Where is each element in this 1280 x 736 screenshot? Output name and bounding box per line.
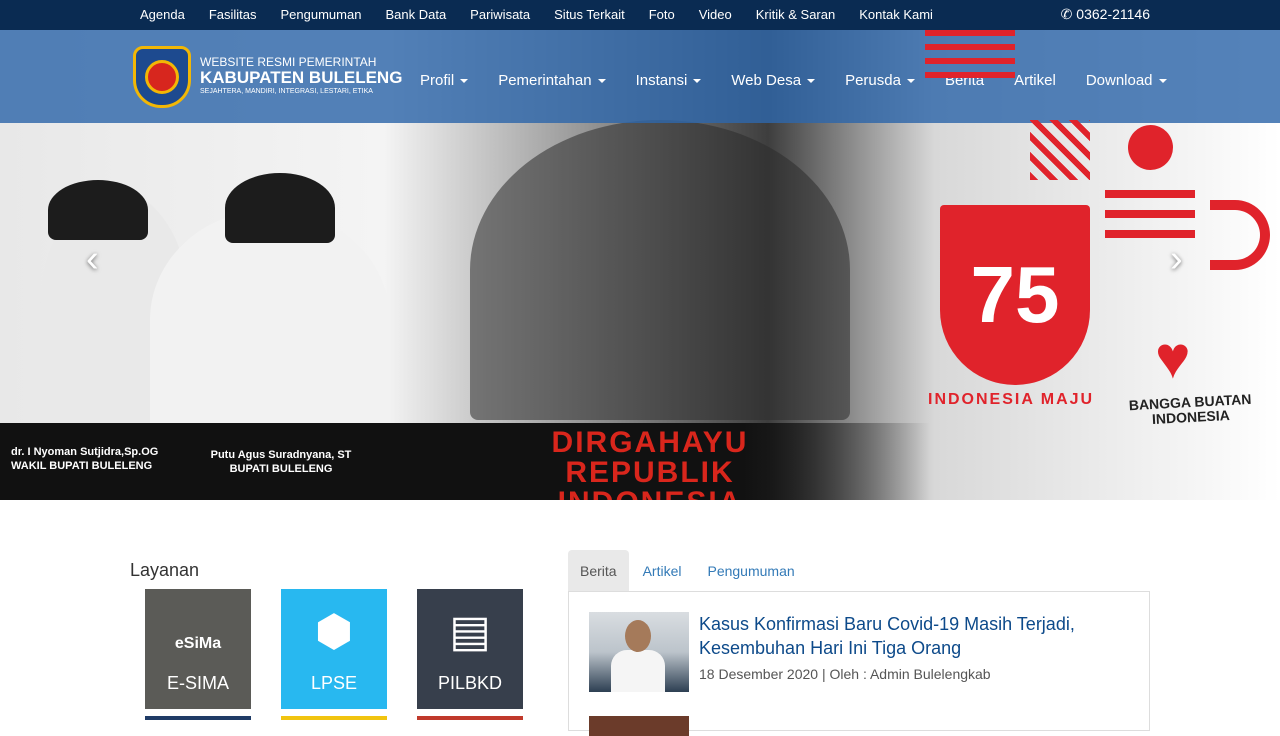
banner-left-caption: dr. I Nyoman Sutjidra,Sp.OG WAKIL BUPATI… [11,445,158,473]
nav-item-artikel[interactable]: Artikel [1014,72,1056,89]
thumbnail-person-body [611,650,665,692]
heart-icon: ♥ [1155,324,1191,391]
caret-down-icon [693,78,702,83]
nav-item-web-desa[interactable]: Web Desa [731,72,816,89]
buleleng-logo-icon[interactable] [133,46,191,108]
nav-label: Instansi [635,72,688,89]
thumbnail-person-face [625,620,651,652]
crowd-figures [470,120,850,420]
top-link-bank-data[interactable]: Bank Data [385,7,446,22]
decor-stripes-3 [1105,230,1195,238]
top-link-foto[interactable]: Foto [649,7,675,22]
decor-stripes-2 [1105,210,1195,218]
caret-down-icon [807,78,816,83]
hut-number: 75 [970,250,1060,339]
tile-pilbkd[interactable]: ▤ PILBKD [417,589,523,709]
top-bar: Agenda Fasilitas Pengumuman Bank Data Pa… [0,0,1280,30]
decor-diagonal [1030,120,1090,180]
nav-label: Web Desa [731,72,802,89]
tile-label: E-SIMA [166,673,229,693]
top-links: Agenda Fasilitas Pengumuman Bank Data Pa… [140,7,957,22]
hut-ri-75-logo: 75 [940,205,1090,385]
hexagon-icon: ⬢ [314,607,354,656]
decor-circle [1128,125,1173,170]
layanan-title: Layanan [130,560,200,580]
caret-down-icon [597,78,606,83]
phone-number: ✆ 0362-21146 [1061,6,1150,23]
person-left-hat [48,180,148,240]
tile-label: PILBKD [437,673,503,693]
chevron-left-icon[interactable]: ‹ [86,238,99,281]
banner-headline: DIRGAHAYU REPUBLIK INDONESIA [470,426,830,501]
news-meta: 18 Desember 2020 | Oleh : Admin Buleleng… [699,666,991,682]
news-title-link[interactable]: Kasus Konfirmasi Baru Covid-19 Masih Ter… [699,612,1119,660]
tab-artikel[interactable]: Artikel [631,550,694,591]
right-official-role: BUPATI BULELENG [229,463,333,475]
phone-icon: ✆ [1060,6,1073,22]
tile-label: LPSE [310,673,358,693]
tile-row-2-c [417,716,523,720]
caret-down-icon [1158,78,1167,83]
nav-item-pemerintahan[interactable]: Pemerintahan [498,72,606,89]
person-right-hat [225,173,335,243]
tile-lpse[interactable]: ⬢ LPSE [281,589,387,709]
left-official-role: WAKIL BUPATI BULELENG [11,460,153,472]
decor-stripes-1 [1105,190,1195,198]
decor-top-bars [925,30,1015,80]
top-link-fasilitas[interactable]: Fasilitas [209,7,257,22]
top-link-situs-terkait[interactable]: Situs Terkait [554,7,625,22]
nav-label: Artikel [1014,72,1056,89]
caret-down-icon [906,78,915,83]
nav-label: Download [1085,72,1153,89]
headline-line-2: REPUBLIK INDONESIA [558,456,741,501]
nav-label: Pemerintahan [498,72,592,89]
hut-caption: INDONESIA MAJU [928,391,1095,408]
esima-logo: eSiMa [174,635,222,652]
logo-tagline: SEJAHTERA, MANDIRI, INTEGRASI, LESTARI, … [200,88,373,95]
person-right-figure [150,210,390,430]
nav-item-profil[interactable]: Profil [420,72,469,89]
top-link-pariwisata[interactable]: Pariwisata [470,7,530,22]
right-official-name: Putu Agus Suradnyana, ST [210,449,352,461]
top-link-agenda[interactable]: Agenda [140,7,185,22]
top-link-video[interactable]: Video [699,7,732,22]
news-thumbnail-2[interactable] [589,716,689,736]
tile-esima[interactable]: eSiMa E-SIMA [145,589,251,709]
nav-item-download[interactable]: Download [1086,72,1167,89]
top-link-pengumuman[interactable]: Pengumuman [281,7,362,22]
headline-line-1: DIRGAHAYU [551,426,749,459]
nav-label: Perusda [845,72,901,89]
chevron-right-icon[interactable]: › [1170,238,1183,281]
phone-text: 0362-21146 [1076,6,1150,22]
nav-item-instansi[interactable]: Instansi [636,72,702,89]
left-official-name: dr. I Nyoman Sutjidra,Sp.OG [11,446,159,458]
main-nav: Profil Pemerintahan Instansi Web Desa Pe… [420,72,1197,89]
top-link-kontak-kami[interactable]: Kontak Kami [859,7,933,22]
tile-row-2-a [145,716,251,720]
tab-pengumuman[interactable]: Pengumuman [695,550,806,591]
caret-down-icon [460,78,469,83]
tab-berita[interactable]: Berita [568,550,629,591]
bangga-buatan-indonesia-logo: BANGGA BUATAN INDONESIA [1128,390,1252,428]
decor-arc [1210,200,1270,270]
nav-item-perusda[interactable]: Perusda [845,72,915,89]
hero-carousel: WEBSITE RESMI PEMERINTAH KABUPATEN BULEL… [0,30,1280,500]
news-tabs: Berita Artikel Pengumuman [568,550,809,591]
site-logo-text[interactable]: WEBSITE RESMI PEMERINTAH KABUPATEN BULEL… [200,56,402,96]
logo-line-2: KABUPATEN BULELENG [200,68,403,87]
main-header: WEBSITE RESMI PEMERINTAH KABUPATEN BULEL… [0,30,1280,123]
news-thumbnail[interactable] [589,612,689,692]
document-icon: ▤ [449,607,491,656]
nav-label: Profil [420,72,455,89]
top-link-kritik-saran[interactable]: Kritik & Saran [756,7,835,22]
news-panel: Kasus Konfirmasi Baru Covid-19 Masih Ter… [568,591,1150,736]
banner-right-caption: Putu Agus Suradnyana, ST BUPATI BULELENG [206,448,356,476]
tile-row-2-b [281,716,387,720]
